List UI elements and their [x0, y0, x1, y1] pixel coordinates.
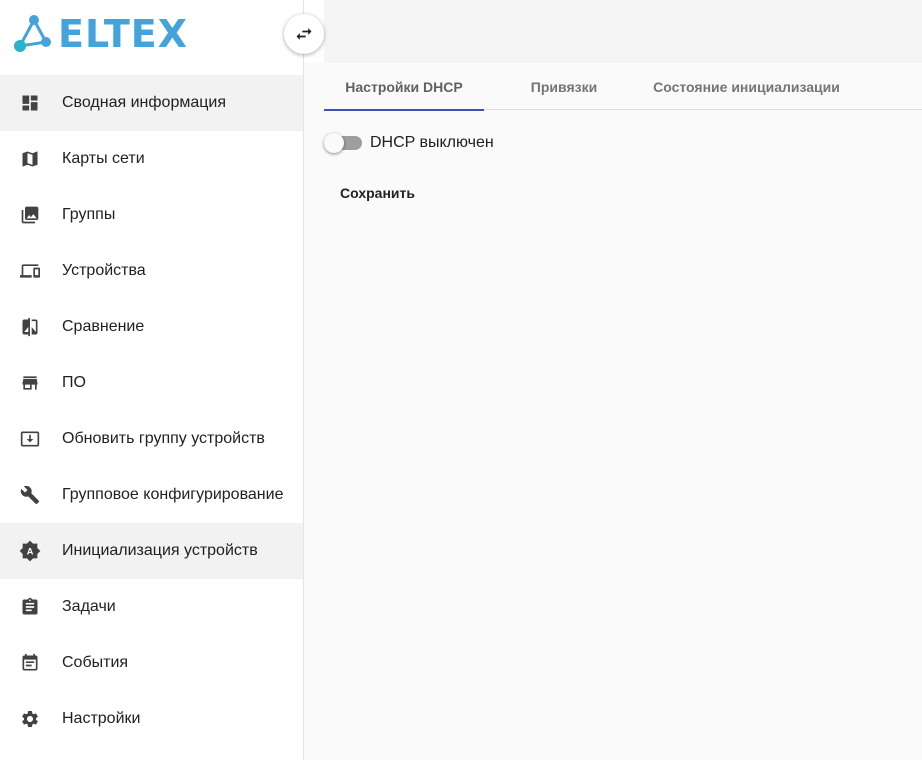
eltex-logo-icon — [14, 15, 51, 52]
devices-icon — [19, 260, 41, 282]
dhcp-toggle-thumb — [324, 133, 344, 153]
sidebar-item-update-group[interactable]: Обновить группу устройств — [0, 411, 303, 467]
sidebar-item-label: Задачи — [62, 598, 116, 615]
sidebar-item-label: Сравнение — [62, 318, 145, 335]
compare-icon — [19, 316, 41, 338]
sidebar-item-events[interactable]: События — [0, 635, 303, 691]
sidebar-item-label: Настройки — [62, 710, 141, 727]
sidebar-item-label: Устройства — [62, 262, 146, 279]
sidebar-item-device-init[interactable]: A Инициализация устройств — [0, 523, 303, 579]
sidebar-item-tasks[interactable]: Задачи — [0, 579, 303, 635]
sidebar-item-groups[interactable]: Группы — [0, 187, 303, 243]
tab-dhcp-settings[interactable]: Настройки DHCP — [324, 63, 484, 111]
sidebar: ELTEX Сводная информация Карты сети Груп… — [0, 0, 304, 760]
assignment-icon — [19, 596, 41, 618]
sidebar-item-label: ПО — [62, 374, 86, 391]
sidebar-item-compare[interactable]: Сравнение — [0, 299, 303, 355]
tab-init-status[interactable]: Состояние инициализации — [644, 63, 849, 110]
event-note-icon — [19, 652, 41, 674]
sidebar-item-label: Обновить группу устройств — [62, 430, 265, 447]
tab-bindings[interactable]: Привязки — [484, 63, 644, 110]
sidebar-item-devices[interactable]: Устройства — [0, 243, 303, 299]
sidebar-item-label: Группы — [62, 206, 116, 223]
tab-bar: Настройки DHCP Привязки Состояние инициа… — [324, 63, 922, 111]
sidebar-item-software[interactable]: ПО — [0, 355, 303, 411]
brightness-auto-icon: A — [19, 540, 41, 562]
sidebar-item-summary[interactable]: Сводная информация — [0, 75, 303, 131]
main-content: Настройки DHCP Привязки Состояние инициа… — [304, 63, 922, 760]
store-icon — [19, 372, 41, 394]
sidebar-item-label: Инициализация устройств — [62, 542, 258, 559]
eltex-logo: ELTEX — [12, 12, 188, 56]
map-icon — [19, 148, 41, 170]
dhcp-switch-row[interactable]: DHCP выключен — [324, 133, 494, 153]
system-update-icon — [19, 428, 41, 450]
gear-icon — [19, 708, 41, 730]
sidebar-item-label: Карты сети — [62, 150, 145, 167]
save-button[interactable]: Сохранить — [332, 179, 423, 207]
top-bar — [324, 0, 922, 63]
logo-text: ELTEX — [58, 12, 189, 56]
dhcp-toggle-switch[interactable] — [324, 133, 362, 153]
sidebar-item-group-config[interactable]: Групповое конфигурирование — [0, 467, 303, 523]
sidebar-item-label: Групповое конфигурирование — [62, 486, 284, 503]
wrench-icon — [19, 484, 41, 506]
sidebar-item-label: События — [62, 654, 129, 671]
swap-horiz-icon — [296, 28, 312, 40]
dhcp-status-label: DHCP выключен — [370, 134, 494, 151]
sidebar-item-settings[interactable]: Настройки — [0, 691, 303, 747]
dashboard-icon — [19, 92, 41, 114]
sidebar-toggle-button[interactable] — [284, 14, 324, 54]
photo-library-icon — [19, 204, 41, 226]
sidebar-nav: Сводная информация Карты сети Группы Уст… — [0, 75, 303, 747]
svg-text:A: A — [27, 547, 34, 557]
sidebar-item-label: Сводная информация — [62, 94, 226, 111]
sidebar-item-network-maps[interactable]: Карты сети — [0, 131, 303, 187]
